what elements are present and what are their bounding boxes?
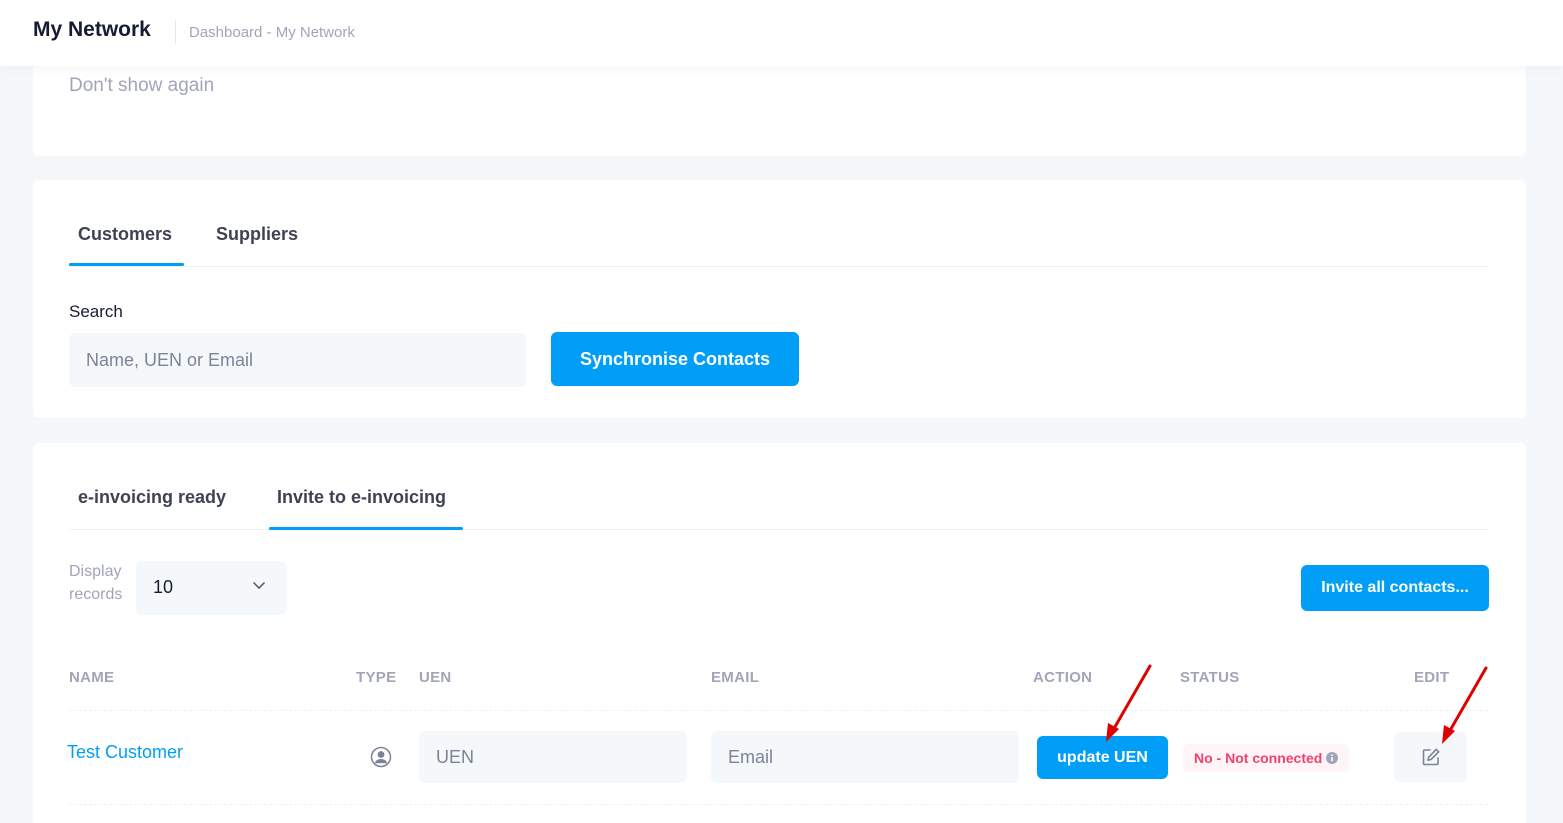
tab-invite-to-e-invoicing[interactable]: Invite to e-invoicing (277, 487, 446, 508)
column-header-uen[interactable]: UEN (419, 669, 452, 686)
tab-active-indicator (69, 263, 184, 266)
synchronise-contacts-button[interactable]: Synchronise Contacts (551, 332, 799, 386)
column-header-action: ACTION (1033, 669, 1093, 686)
edit-button[interactable] (1394, 732, 1467, 782)
page-title: My Network (33, 18, 151, 41)
display-records-value: 10 (153, 577, 174, 597)
search-label: Search (69, 302, 123, 321)
title-separator (175, 20, 176, 44)
row-divider (69, 804, 1488, 805)
chevron-down-icon (253, 582, 265, 589)
contacts-search-card: Customers Suppliers Search Synchronise C… (33, 180, 1526, 418)
column-header-type[interactable]: TYPE (356, 669, 396, 686)
column-header-status[interactable]: STATUS (1180, 669, 1240, 686)
tabs-divider (69, 266, 1488, 267)
display-records-label: Display records (69, 563, 123, 603)
display-records-select[interactable]: 10 (136, 561, 287, 615)
dont-show-again-link[interactable]: Don't show again (69, 75, 214, 97)
tab-customers[interactable]: Customers (78, 224, 172, 245)
column-header-edit: EDIT (1414, 669, 1450, 686)
status-text: No - Not connected (1194, 750, 1323, 766)
tab-active-indicator (269, 527, 463, 530)
update-uen-button[interactable]: update UEN (1037, 736, 1168, 779)
email-input[interactable] (711, 731, 1019, 783)
tab-e-invoicing-ready[interactable]: e-invoicing ready (78, 487, 226, 508)
edit-icon (1422, 748, 1440, 766)
status-badge: No - Not connected (1183, 744, 1350, 772)
info-icon[interactable] (1326, 752, 1339, 764)
row-divider (69, 710, 1488, 711)
breadcrumb[interactable]: Dashboard - My Network (189, 24, 355, 41)
column-header-email[interactable]: EMAIL (711, 669, 759, 686)
invite-all-contacts-button[interactable]: Invite all contacts... (1301, 565, 1489, 611)
user-circle-icon (370, 746, 392, 768)
column-header-name[interactable]: NAME (69, 669, 114, 686)
page-header: My Network Dashboard - My Network (0, 0, 1563, 66)
invoicing-table-card: e-invoicing ready Invite to e-invoicing … (33, 443, 1526, 823)
tab-suppliers[interactable]: Suppliers (216, 224, 298, 245)
search-input[interactable] (69, 333, 526, 387)
uen-input[interactable] (419, 731, 687, 783)
customer-name-link[interactable]: Test Customer (67, 742, 183, 763)
